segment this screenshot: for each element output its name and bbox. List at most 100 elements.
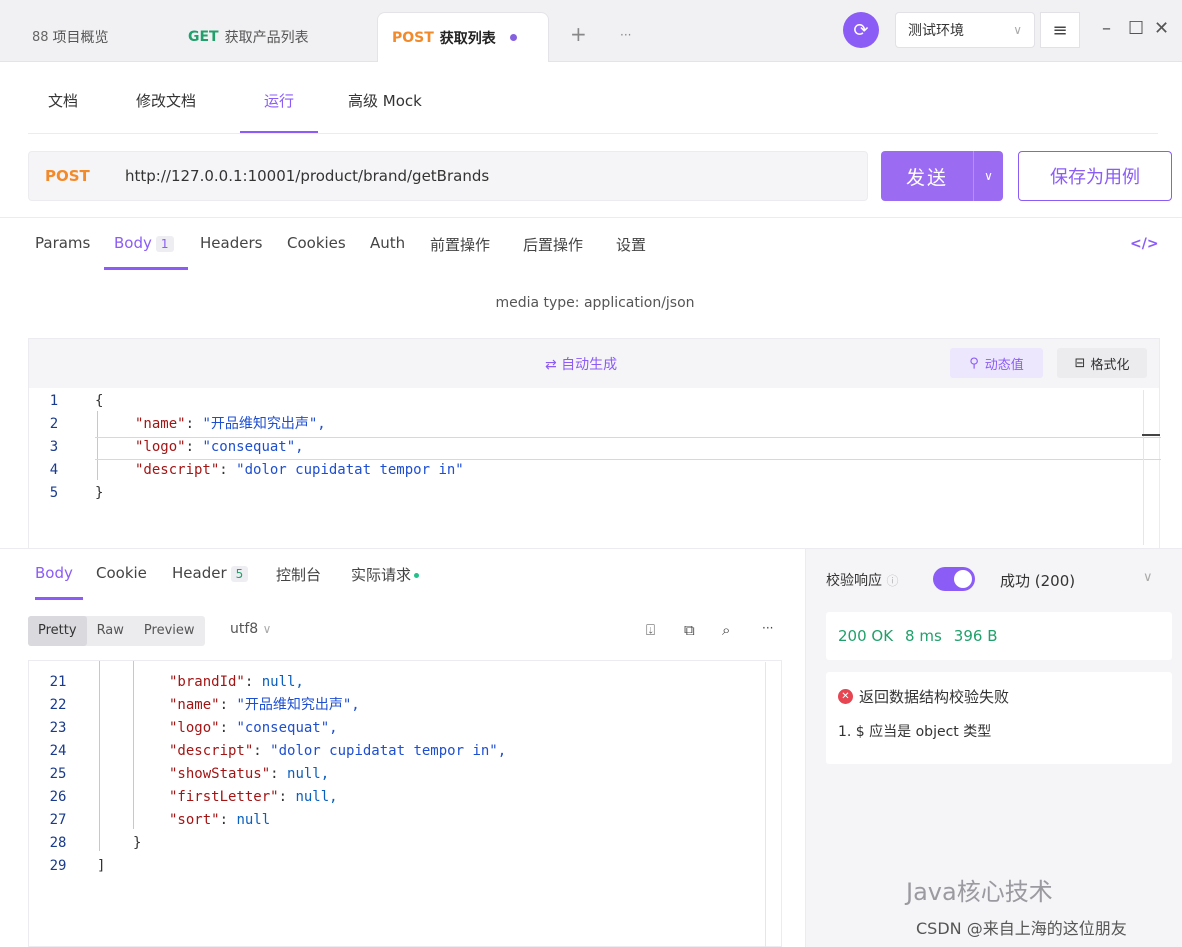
validation-error-card: ✕ 返回数据结构校验失败 1. $ 应当是 object 类型: [826, 672, 1172, 764]
tab-pre-ops[interactable]: 前置操作: [430, 234, 490, 270]
code-line: 24 "descript": "dolor cupidatat tempor in…: [49, 743, 507, 759]
add-tab-button[interactable]: +: [570, 22, 587, 46]
resp-tab-console[interactable]: 控制台: [276, 564, 321, 600]
resp-tab-body[interactable]: Body: [35, 564, 83, 600]
resp-tab-actual-request[interactable]: 实际请求: [351, 564, 420, 600]
code-line: 1{: [49, 393, 104, 409]
tab-auth[interactable]: Auth: [370, 234, 405, 270]
error-title: 返回数据结构校验失败: [859, 688, 1010, 706]
code-icon[interactable]: </>: [1130, 236, 1159, 252]
request-url[interactable]: http://127.0.0.1:10001/product/brand/get…: [125, 167, 489, 185]
send-label: 发送: [905, 166, 948, 189]
code-line: 28}: [49, 835, 142, 851]
format-label: 格式化: [1090, 357, 1130, 373]
search-icon[interactable]: ⌕: [722, 621, 730, 639]
resp-tab-cookie[interactable]: Cookie: [96, 564, 147, 600]
code-line: 4 "descript": "dolor cupidatat tempor in": [49, 462, 464, 478]
grid-icon: 88: [32, 29, 49, 45]
body-count-badge: 1: [155, 236, 174, 252]
tab-params[interactable]: Params: [35, 234, 90, 270]
copy-icon[interactable]: ⧉: [684, 621, 695, 639]
help-icon: ⓘ: [886, 574, 899, 588]
scroll-marker: [1142, 434, 1160, 436]
response-size: 396 B: [953, 627, 998, 645]
more-tabs-button[interactable]: ···: [620, 28, 631, 42]
more-icon[interactable]: ···: [762, 621, 773, 635]
media-type: media type: application/json: [495, 295, 695, 311]
request-method[interactable]: POST: [45, 167, 125, 185]
tab-label: 获取产品列表: [224, 30, 309, 46]
header-count-badge: 5: [230, 566, 249, 582]
divider: [28, 133, 1158, 134]
auto-generate-button[interactable]: ⇄ 自动生成: [545, 354, 617, 374]
subnav-advanced-mock[interactable]: 高级 Mock: [336, 80, 434, 134]
scrollbar[interactable]: [1143, 390, 1144, 545]
method-get: GET: [188, 29, 219, 45]
dynamic-value-button[interactable]: ⚲ 动态值: [950, 348, 1043, 378]
dynamic-value-label: 动态值: [984, 357, 1024, 373]
unsaved-dot-icon: [509, 34, 517, 41]
code-line: 22 "name": "开品维知究出声",: [49, 697, 360, 713]
code-line: 29]: [49, 858, 106, 874]
error-icon: ✕: [838, 689, 853, 704]
chevron-down-icon[interactable]: ∨: [973, 151, 1003, 201]
tab-project-overview[interactable]: 88 项目概览: [18, 12, 123, 62]
chevron-down-icon: ∨: [1013, 23, 1022, 37]
validate-toggle[interactable]: [933, 567, 975, 591]
code-line: 26 "firstLetter": null,: [49, 789, 338, 805]
response-body[interactable]: 21 "brandId": null, 22 "name": "开品维知究出声", …: [28, 660, 782, 947]
method-post: POST: [392, 29, 434, 46]
watermark: Java核心技术: [906, 878, 1053, 906]
encoding-select[interactable]: utf8 ∨: [230, 621, 271, 637]
active-line-highlight: [95, 437, 1161, 460]
tab-settings[interactable]: 设置: [616, 234, 646, 270]
chevron-down-icon: ∨: [262, 622, 272, 636]
status-code: 200 OK: [838, 627, 894, 645]
tab-post-list[interactable]: POST 获取列表: [377, 12, 549, 62]
resp-tab-header-label: Header: [172, 564, 227, 582]
code-line: 2 "name": "开品维知究出声",: [49, 416, 326, 432]
body-editor[interactable]: 1{ 2 "name": "开品维知究出声", 3 "logo": "consequ…: [28, 388, 1160, 548]
tab-headers[interactable]: Headers: [200, 234, 262, 270]
tab-post-ops[interactable]: 后置操作: [523, 234, 583, 270]
error-item: 1. $ 应当是 object 类型: [838, 724, 992, 740]
view-raw[interactable]: Raw: [87, 616, 134, 646]
view-pretty[interactable]: Pretty: [28, 616, 87, 646]
code-line: 25 "showStatus": null,: [49, 766, 330, 782]
save-as-case-button[interactable]: 保存为用例: [1018, 151, 1172, 201]
format-icon: ⊟: [1074, 355, 1086, 371]
minimize-icon[interactable]: –: [1102, 18, 1111, 39]
response-time: 8 ms: [905, 627, 942, 645]
tab-label: 获取列表: [439, 30, 496, 47]
tab-body[interactable]: Body 1: [104, 234, 188, 270]
hamburger-menu-icon[interactable]: ≡: [1040, 12, 1080, 48]
tab-cookies[interactable]: Cookies: [287, 234, 346, 270]
chevron-down-icon[interactable]: ∨: [1143, 570, 1153, 585]
code-line: 23 "logo": "consequat",: [49, 720, 338, 736]
view-preview[interactable]: Preview: [134, 616, 205, 646]
encoding-value: utf8: [230, 621, 259, 637]
send-button[interactable]: 发送 ∨: [881, 151, 1003, 201]
divider: [0, 217, 1182, 218]
download-icon[interactable]: ⍗: [646, 621, 655, 639]
scrollbar[interactable]: [765, 662, 766, 947]
status-dot-icon: [414, 573, 420, 578]
watermark-source: CSDN @来自上海的这位朋友: [916, 919, 1127, 938]
sync-icon[interactable]: ⟳: [843, 12, 879, 48]
maximize-icon[interactable]: ☐: [1128, 18, 1144, 39]
environment-select[interactable]: 测试环境 ∨: [895, 12, 1035, 48]
validation-result[interactable]: 成功 (200): [1000, 570, 1075, 591]
environment-value: 测试环境: [908, 23, 964, 39]
validate-response-label: 校验响应 ⓘ: [826, 573, 899, 589]
url-bar[interactable]: POST http://127.0.0.1:10001/product/bran…: [28, 151, 868, 201]
close-icon[interactable]: ✕: [1154, 18, 1169, 39]
resp-tab-header[interactable]: Header 5: [172, 564, 249, 600]
wand-icon: ⚲: [969, 355, 979, 371]
subnav-run[interactable]: 运行: [240, 80, 318, 134]
code-line: 21 "brandId": null,: [49, 674, 304, 690]
subnav-edit-docs[interactable]: 修改文档: [124, 80, 208, 134]
subnav-docs[interactable]: 文档: [36, 80, 90, 134]
format-button[interactable]: ⊟ 格式化: [1057, 348, 1147, 378]
view-mode-toggle[interactable]: Pretty Raw Preview: [28, 616, 205, 646]
tab-get-products[interactable]: GET 获取产品列表: [174, 12, 323, 62]
